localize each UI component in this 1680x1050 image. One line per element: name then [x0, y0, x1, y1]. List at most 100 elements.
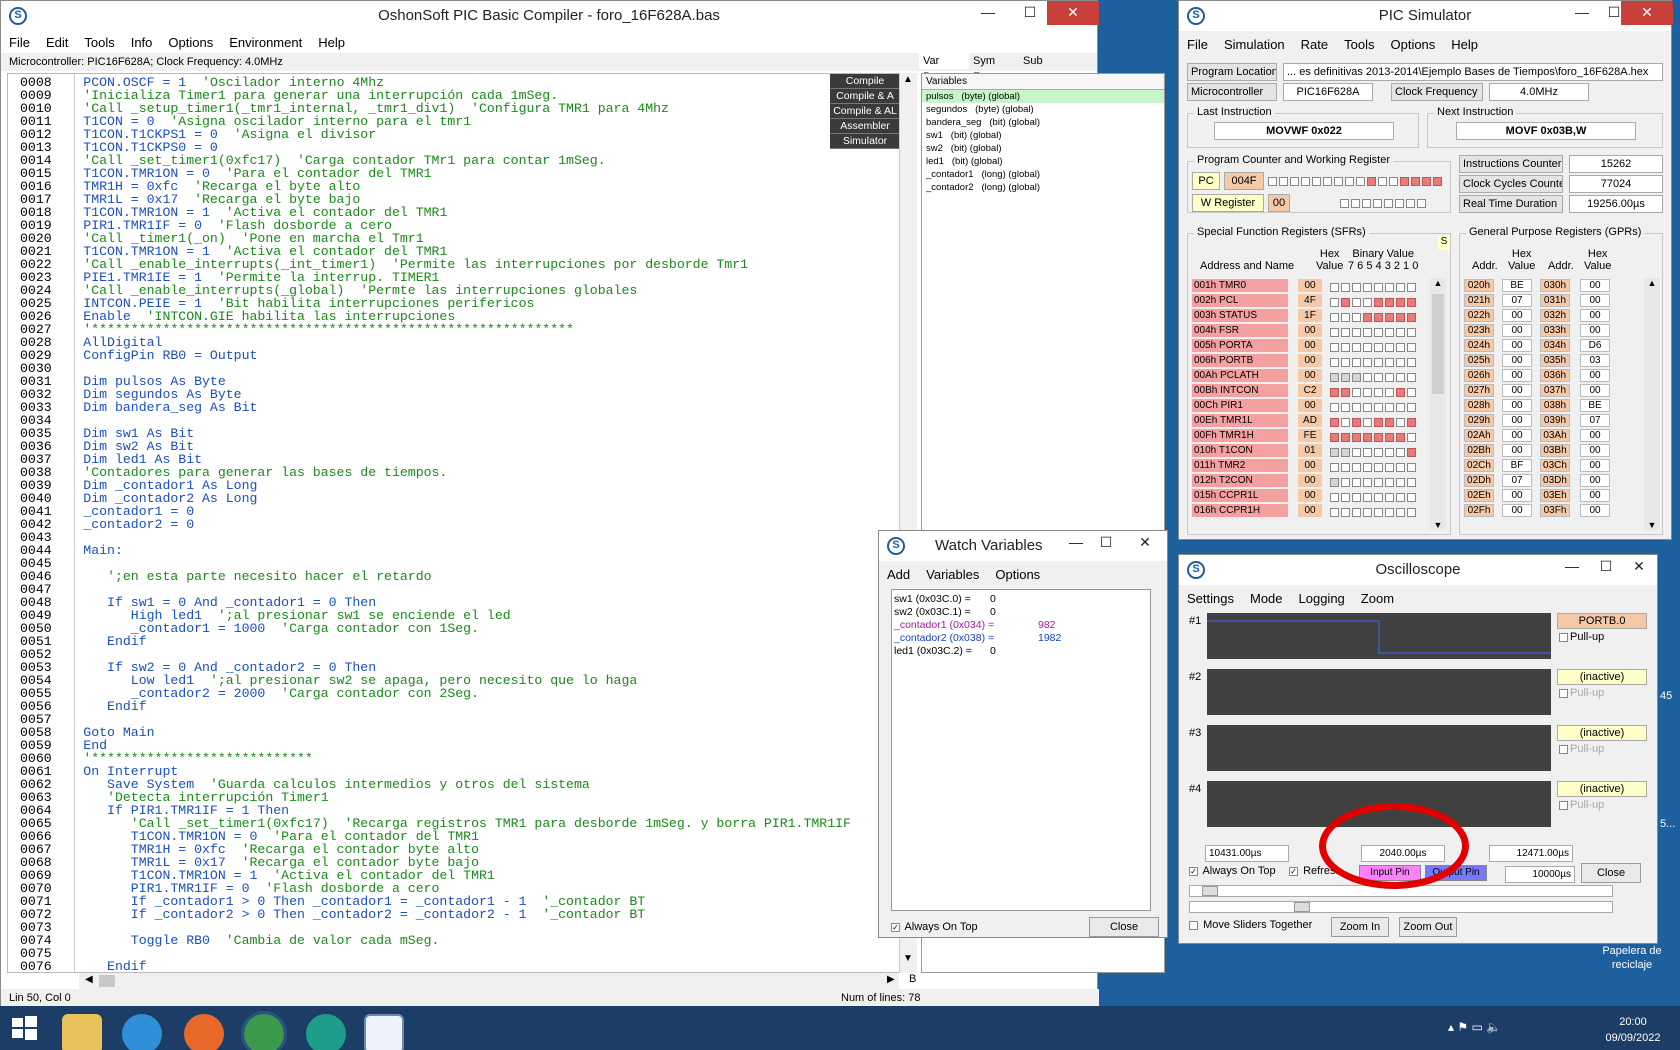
- scroll-up-icon[interactable]: ▲: [903, 74, 913, 85]
- watch-vscroll[interactable]: [1153, 589, 1167, 911]
- sfr-row[interactable]: 004h FSR 00: [1192, 323, 1428, 338]
- menu-help[interactable]: Help: [1443, 33, 1486, 52]
- gpr-row[interactable]: 024h 00 034h D6: [1464, 338, 1640, 353]
- pullup-checkbox-icon[interactable]: [1559, 744, 1568, 754]
- sfr-row[interactable]: 015h CCPR1L 00: [1192, 488, 1428, 503]
- gpr-scroll-up-icon[interactable]: ▲: [1644, 278, 1660, 288]
- side-button-2[interactable]: Compile & AL: [830, 104, 900, 119]
- move-sliders-checkbox-icon[interactable]: [1189, 920, 1198, 930]
- menu-variables[interactable]: Variables: [918, 563, 987, 582]
- oshonsoft-taskbar-icon[interactable]: [364, 1014, 404, 1050]
- edge-icon[interactable]: [306, 1014, 346, 1050]
- code-editor[interactable]: 0008 PCON.OSCF = 1 'Oscilador interno 4M…: [7, 73, 907, 973]
- gpr-row[interactable]: 020h BE 030h 00: [1464, 278, 1640, 293]
- variable-item[interactable]: _contador1 (long) (global): [922, 168, 1164, 181]
- file-explorer-icon[interactable]: [62, 1014, 102, 1050]
- zoom-in-button[interactable]: Zoom In: [1331, 917, 1389, 937]
- gpr-scrollbar[interactable]: ▲ ▼: [1644, 278, 1660, 530]
- sfr-row[interactable]: 012h T2CON 00: [1192, 473, 1428, 488]
- variable-item[interactable]: _contador2 (long) (global): [922, 181, 1164, 194]
- menu-options[interactable]: Options: [987, 563, 1048, 582]
- sim-close-button[interactable]: ✕: [1621, 1, 1673, 25]
- watch-close-btn[interactable]: Close: [1089, 917, 1159, 937]
- tray-icons[interactable]: ▴ ⚑ ▭ 🔈: [1448, 1020, 1501, 1034]
- variable-item[interactable]: segundos (byte) (global): [922, 103, 1164, 116]
- watch-maximize-button[interactable]: ☐: [1089, 531, 1123, 555]
- variable-item[interactable]: sw2 (bit) (global): [922, 142, 1164, 155]
- sfr-row[interactable]: 010h T1CON 01: [1192, 443, 1428, 458]
- channel-label[interactable]: (inactive): [1557, 781, 1647, 797]
- gpr-row[interactable]: 025h 00 035h 03: [1464, 353, 1640, 368]
- gpr-row[interactable]: 027h 00 037h 00: [1464, 383, 1640, 398]
- sfr-row[interactable]: 011h TMR2 00: [1192, 458, 1428, 473]
- scope-close-btn[interactable]: Close: [1581, 863, 1641, 883]
- sfr-scroll-up-icon[interactable]: ▲: [1430, 278, 1446, 288]
- firefox-icon[interactable]: [184, 1014, 224, 1050]
- sfr-scroll-thumb[interactable]: [1432, 294, 1444, 394]
- gpr-row[interactable]: 02Bh 00 03Bh 00: [1464, 443, 1640, 458]
- watch-item[interactable]: sw1 (0x03C.0) = 0: [894, 593, 1148, 606]
- chrome-icon[interactable]: [241, 1011, 287, 1050]
- menu-info[interactable]: Info: [123, 31, 161, 50]
- menu-simulation[interactable]: Simulation: [1216, 33, 1293, 52]
- watch-item[interactable]: _contador1 (0x034) = 982: [894, 619, 1148, 632]
- menu-mode[interactable]: Mode: [1242, 587, 1291, 606]
- watch-item[interactable]: sw2 (0x03C.1) = 0: [894, 606, 1148, 619]
- variable-item[interactable]: sw1 (bit) (global): [922, 129, 1164, 142]
- sfr-scrollbar[interactable]: ▲ ▼: [1430, 278, 1446, 530]
- sfr-row[interactable]: 00Eh TMR1L AD: [1192, 413, 1428, 428]
- recycle-bin-label[interactable]: Papelera de reciclaje: [1590, 944, 1674, 972]
- variable-item[interactable]: led1 (bit) (global): [922, 155, 1164, 168]
- gpr-row[interactable]: 02Dh 07 03Dh 00: [1464, 473, 1640, 488]
- zoom-out-button[interactable]: Zoom Out: [1399, 917, 1457, 937]
- sfr-row[interactable]: 00Bh INTCON C2: [1192, 383, 1428, 398]
- scope-aot-checkbox-icon[interactable]: ✓: [1189, 866, 1198, 876]
- menu-options[interactable]: Options: [160, 31, 221, 50]
- menu-environment[interactable]: Environment: [221, 31, 310, 50]
- channel-pullup[interactable]: Pull-up: [1559, 799, 1604, 811]
- sfr-row[interactable]: 003h STATUS 1F: [1192, 308, 1428, 323]
- minimize-button[interactable]: —: [967, 1, 1009, 25]
- channel-label[interactable]: (inactive): [1557, 669, 1647, 685]
- sfr-row[interactable]: 00Ah PCLATH 00: [1192, 368, 1428, 383]
- scope-always-on-top[interactable]: ✓ Always On Top: [1189, 865, 1276, 877]
- sfr-row[interactable]: 005h PORTA 00: [1192, 338, 1428, 353]
- menu-add[interactable]: Add: [879, 563, 918, 582]
- channel-pullup[interactable]: Pull-up: [1559, 743, 1604, 755]
- close-button[interactable]: ✕: [1047, 1, 1099, 25]
- gpr-row[interactable]: 022h 00 032h 00: [1464, 308, 1640, 323]
- channel-label[interactable]: PORTB.0: [1557, 613, 1647, 629]
- watch-checkbox-icon[interactable]: ✓: [891, 922, 900, 932]
- pullup-checkbox-icon[interactable]: [1559, 688, 1568, 698]
- gpr-row[interactable]: 02Ah 00 03Ah 00: [1464, 428, 1640, 443]
- scope-close-button[interactable]: ✕: [1619, 555, 1659, 579]
- menu-file[interactable]: File: [1179, 33, 1216, 52]
- watch-always-on-top[interactable]: ✓ Always On Top: [891, 921, 978, 933]
- sfr-row[interactable]: 001h TMR0 00: [1192, 278, 1428, 293]
- timebase-value[interactable]: 10000µs: [1505, 866, 1575, 883]
- menu-zoom[interactable]: Zoom: [1353, 587, 1402, 606]
- gpr-row[interactable]: 026h 00 036h 00: [1464, 368, 1640, 383]
- watch-item[interactable]: led1 (0x03C.2) = 0: [894, 645, 1148, 658]
- scroll-left-icon[interactable]: ◀: [85, 974, 93, 985]
- gpr-row[interactable]: 02Eh 00 03Eh 00: [1464, 488, 1640, 503]
- clock-time[interactable]: 20:00: [1598, 1016, 1668, 1028]
- pullup-checkbox-icon[interactable]: [1559, 800, 1568, 810]
- slider-1-thumb[interactable]: [1202, 886, 1218, 896]
- gpr-row[interactable]: 021h 07 031h 00: [1464, 293, 1640, 308]
- side-button-0[interactable]: Compile: [830, 74, 900, 89]
- slider-2-thumb[interactable]: [1294, 902, 1310, 912]
- watch-item[interactable]: _contador2 (0x038) = 1982: [894, 632, 1148, 645]
- scope-titlebar[interactable]: S Oscilloscope — ☐ ✕: [1179, 555, 1657, 585]
- gpr-row[interactable]: 02Fh 00 03Fh 00: [1464, 503, 1640, 518]
- tab-var[interactable]: Var: [919, 53, 969, 69]
- side-button-1[interactable]: Compile & A: [830, 89, 900, 104]
- scroll-thumb[interactable]: [99, 975, 115, 987]
- menu-edit[interactable]: Edit: [38, 31, 76, 50]
- sfr-row[interactable]: 016h CCPR1H 00: [1192, 503, 1428, 518]
- channel-label[interactable]: (inactive): [1557, 725, 1647, 741]
- pullup-checkbox-icon[interactable]: [1559, 632, 1568, 642]
- gpr-scroll-down-icon[interactable]: ▼: [1644, 520, 1660, 530]
- menu-help[interactable]: Help: [310, 31, 353, 50]
- menu-tools[interactable]: Tools: [1336, 33, 1382, 52]
